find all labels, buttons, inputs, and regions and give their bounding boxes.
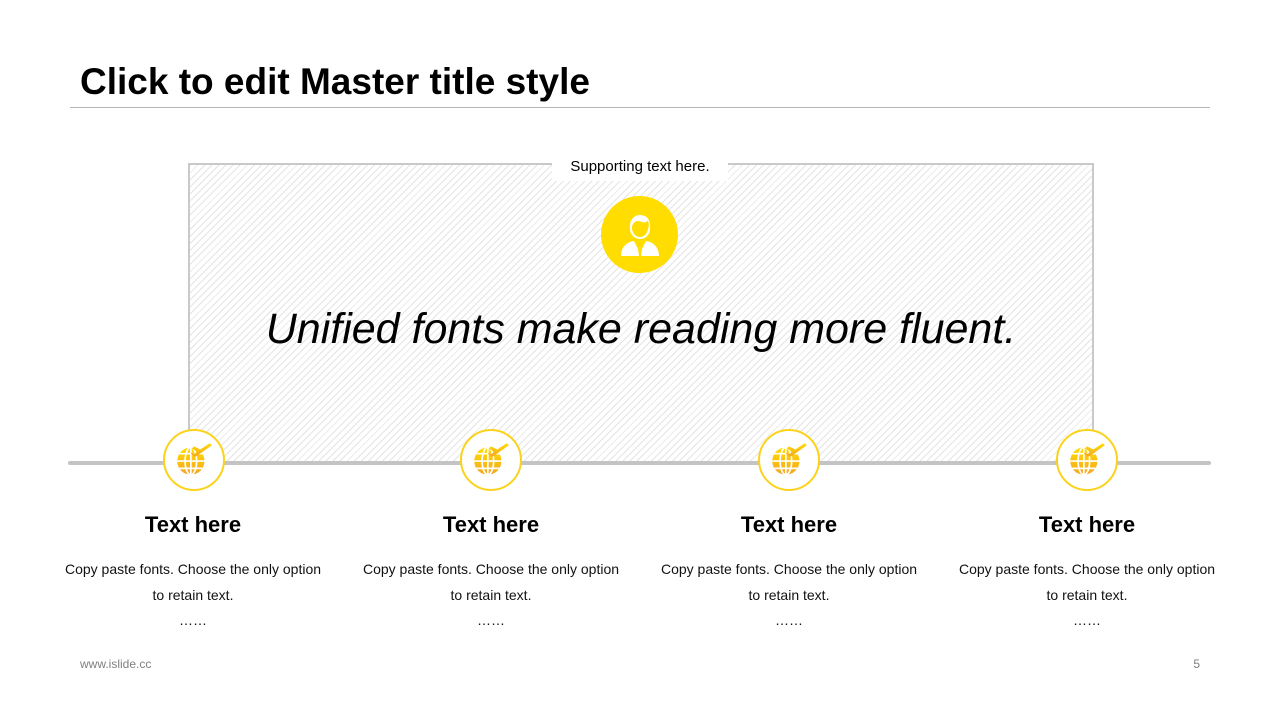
supporting-text[interactable]: Supporting text here.	[552, 153, 728, 181]
item-ellipsis: ……	[775, 612, 803, 628]
timeline-line	[68, 461, 1211, 465]
item-title[interactable]: Text here	[659, 508, 919, 542]
slide-title[interactable]: Click to edit Master title style	[80, 60, 590, 104]
timeline-item-4: Text here Copy paste fonts. Choose the o…	[957, 508, 1217, 630]
item-description[interactable]: Copy paste fonts. Choose the only option…	[659, 556, 919, 608]
timeline-item-2: Text here Copy paste fonts. Choose the o…	[361, 508, 621, 630]
footer-url[interactable]: www.islide.cc	[80, 657, 151, 671]
item-ellipsis: ……	[1073, 612, 1101, 628]
globe-plane-icon	[1056, 429, 1118, 491]
item-title[interactable]: Text here	[63, 508, 323, 542]
item-ellipsis: ……	[179, 612, 207, 628]
item-title[interactable]: Text here	[957, 508, 1217, 542]
page-number: 5	[1193, 657, 1200, 671]
item-description[interactable]: Copy paste fonts. Choose the only option…	[361, 556, 621, 608]
item-title[interactable]: Text here	[361, 508, 621, 542]
globe-plane-icon	[163, 429, 225, 491]
headline-quote[interactable]: Unified fonts make reading more fluent.	[188, 304, 1094, 354]
item-description[interactable]: Copy paste fonts. Choose the only option…	[957, 556, 1217, 608]
slide: Click to edit Master title style Support…	[0, 0, 1280, 720]
item-description[interactable]: Copy paste fonts. Choose the only option…	[63, 556, 323, 608]
title-divider	[70, 107, 1210, 108]
timeline-item-1: Text here Copy paste fonts. Choose the o…	[63, 508, 323, 630]
person-icon	[601, 196, 678, 273]
timeline-item-3: Text here Copy paste fonts. Choose the o…	[659, 508, 919, 630]
globe-plane-icon	[758, 429, 820, 491]
item-ellipsis: ……	[477, 612, 505, 628]
globe-plane-icon	[460, 429, 522, 491]
